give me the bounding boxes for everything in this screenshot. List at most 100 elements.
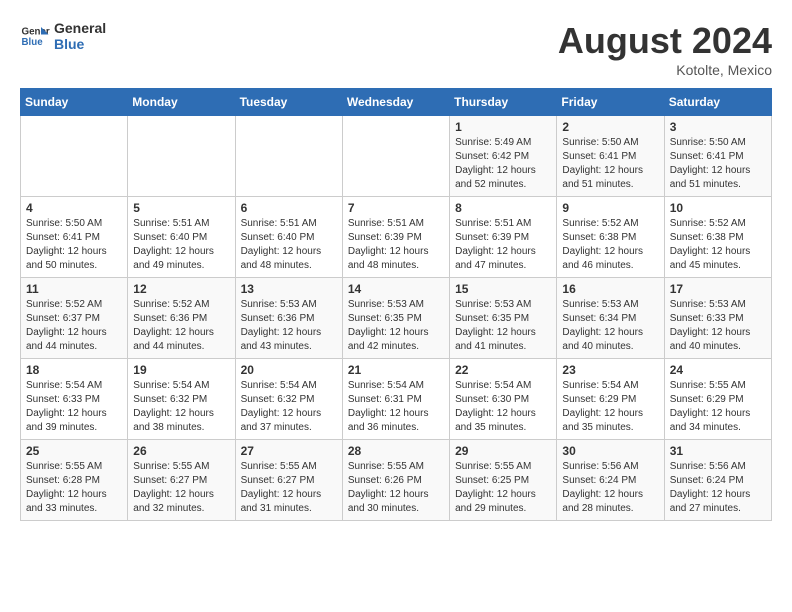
calendar-cell: 31 Sunrise: 5:56 AM Sunset: 6:24 PM Dayli… bbox=[664, 440, 771, 521]
day-info: Sunrise: 5:52 AM Sunset: 6:38 PM Dayligh… bbox=[562, 217, 658, 273]
day-number: 4 bbox=[26, 201, 122, 215]
day-number: 5 bbox=[133, 201, 229, 215]
calendar-header-row: SundayMondayTuesdayWednesdayThursdayFrid… bbox=[21, 89, 772, 116]
day-number: 30 bbox=[562, 444, 658, 458]
day-number: 23 bbox=[562, 363, 658, 377]
calendar-cell: 1 Sunrise: 5:49 AM Sunset: 6:42 PM Daylig… bbox=[450, 116, 557, 197]
day-number: 20 bbox=[241, 363, 337, 377]
calendar-cell: 13Sunrise: 5:53 AM Sunset: 6:36 PM Dayli… bbox=[235, 278, 342, 359]
day-number: 25 bbox=[26, 444, 122, 458]
day-number: 27 bbox=[241, 444, 337, 458]
calendar-cell: 15 Sunrise: 5:53 AM Sunset: 6:35 PM Dayli… bbox=[450, 278, 557, 359]
day-number: 1 bbox=[455, 120, 551, 134]
calendar-cell: 26Sunrise: 5:55 AM Sunset: 6:27 PM Dayli… bbox=[128, 440, 235, 521]
calendar-cell: 3 Sunrise: 5:50 AM Sunset: 6:41 PM Daylig… bbox=[664, 116, 771, 197]
calendar-cell: 30 Sunrise: 5:56 AM Sunset: 6:24 PM Dayli… bbox=[557, 440, 664, 521]
calendar-cell: 23Sunrise: 5:54 AM Sunset: 6:29 PM Dayli… bbox=[557, 359, 664, 440]
day-info: Sunrise: 5:52 AM Sunset: 6:36 PM Dayligh… bbox=[133, 298, 229, 354]
calendar-cell: 14Sunrise: 5:53 AM Sunset: 6:35 PM Dayli… bbox=[342, 278, 449, 359]
calendar-cell: 16 Sunrise: 5:53 AM Sunset: 6:34 PM Dayli… bbox=[557, 278, 664, 359]
day-header-monday: Monday bbox=[128, 89, 235, 116]
day-info: Sunrise: 5:55 AM Sunset: 6:28 PM Dayligh… bbox=[26, 460, 122, 516]
day-number: 11 bbox=[26, 282, 122, 296]
day-number: 17 bbox=[670, 282, 766, 296]
day-info: Sunrise: 5:53 AM Sunset: 6:33 PM Dayligh… bbox=[670, 298, 766, 354]
day-number: 19 bbox=[133, 363, 229, 377]
day-number: 31 bbox=[670, 444, 766, 458]
day-info: Sunrise: 5:53 AM Sunset: 6:36 PM Dayligh… bbox=[241, 298, 337, 354]
day-number: 16 bbox=[562, 282, 658, 296]
calendar-week-2: 11 Sunrise: 5:52 AM Sunset: 6:37 PM Dayli… bbox=[21, 278, 772, 359]
calendar-week-4: 25 Sunrise: 5:55 AM Sunset: 6:28 PM Dayli… bbox=[21, 440, 772, 521]
day-info: Sunrise: 5:53 AM Sunset: 6:35 PM Dayligh… bbox=[455, 298, 551, 354]
calendar-cell bbox=[235, 116, 342, 197]
calendar-week-3: 18Sunrise: 5:54 AM Sunset: 6:33 PM Dayli… bbox=[21, 359, 772, 440]
calendar-cell: 8 Sunrise: 5:51 AM Sunset: 6:39 PM Daylig… bbox=[450, 197, 557, 278]
calendar-cell: 29Sunrise: 5:55 AM Sunset: 6:25 PM Dayli… bbox=[450, 440, 557, 521]
calendar-cell: 4 Sunrise: 5:50 AM Sunset: 6:41 PM Daylig… bbox=[21, 197, 128, 278]
day-info: Sunrise: 5:49 AM Sunset: 6:42 PM Dayligh… bbox=[455, 136, 551, 192]
logo: General Blue General Blue bbox=[20, 20, 106, 52]
location: Kotolte, Mexico bbox=[558, 62, 772, 78]
day-number: 3 bbox=[670, 120, 766, 134]
page-header: General Blue General Blue August 2024 Ko… bbox=[20, 20, 772, 78]
calendar-cell: 18Sunrise: 5:54 AM Sunset: 6:33 PM Dayli… bbox=[21, 359, 128, 440]
day-info: Sunrise: 5:56 AM Sunset: 6:24 PM Dayligh… bbox=[562, 460, 658, 516]
day-info: Sunrise: 5:54 AM Sunset: 6:33 PM Dayligh… bbox=[26, 379, 122, 435]
day-number: 7 bbox=[348, 201, 444, 215]
calendar-cell bbox=[21, 116, 128, 197]
day-info: Sunrise: 5:53 AM Sunset: 6:34 PM Dayligh… bbox=[562, 298, 658, 354]
day-header-wednesday: Wednesday bbox=[342, 89, 449, 116]
logo-line2: Blue bbox=[54, 36, 106, 52]
day-header-tuesday: Tuesday bbox=[235, 89, 342, 116]
month-title: August 2024 bbox=[558, 20, 772, 62]
calendar-cell: 2Sunrise: 5:50 AM Sunset: 6:41 PM Daylig… bbox=[557, 116, 664, 197]
day-info: Sunrise: 5:54 AM Sunset: 6:32 PM Dayligh… bbox=[133, 379, 229, 435]
day-info: Sunrise: 5:55 AM Sunset: 6:27 PM Dayligh… bbox=[241, 460, 337, 516]
calendar-cell bbox=[342, 116, 449, 197]
calendar-cell: 21 Sunrise: 5:54 AM Sunset: 6:31 PM Dayli… bbox=[342, 359, 449, 440]
calendar-cell: 25 Sunrise: 5:55 AM Sunset: 6:28 PM Dayli… bbox=[21, 440, 128, 521]
day-header-friday: Friday bbox=[557, 89, 664, 116]
calendar-week-1: 4 Sunrise: 5:50 AM Sunset: 6:41 PM Daylig… bbox=[21, 197, 772, 278]
day-info: Sunrise: 5:51 AM Sunset: 6:39 PM Dayligh… bbox=[348, 217, 444, 273]
calendar-cell: 11 Sunrise: 5:52 AM Sunset: 6:37 PM Dayli… bbox=[21, 278, 128, 359]
day-info: Sunrise: 5:55 AM Sunset: 6:26 PM Dayligh… bbox=[348, 460, 444, 516]
day-info: Sunrise: 5:51 AM Sunset: 6:40 PM Dayligh… bbox=[133, 217, 229, 273]
day-number: 21 bbox=[348, 363, 444, 377]
calendar-cell: 9 Sunrise: 5:52 AM Sunset: 6:38 PM Daylig… bbox=[557, 197, 664, 278]
calendar-week-0: 1 Sunrise: 5:49 AM Sunset: 6:42 PM Daylig… bbox=[21, 116, 772, 197]
day-info: Sunrise: 5:54 AM Sunset: 6:30 PM Dayligh… bbox=[455, 379, 551, 435]
day-number: 24 bbox=[670, 363, 766, 377]
day-header-thursday: Thursday bbox=[450, 89, 557, 116]
day-number: 8 bbox=[455, 201, 551, 215]
calendar-cell: 12Sunrise: 5:52 AM Sunset: 6:36 PM Dayli… bbox=[128, 278, 235, 359]
calendar-cell: 28 Sunrise: 5:55 AM Sunset: 6:26 PM Dayli… bbox=[342, 440, 449, 521]
logo-icon: General Blue bbox=[20, 21, 50, 51]
day-number: 26 bbox=[133, 444, 229, 458]
day-number: 6 bbox=[241, 201, 337, 215]
day-number: 22 bbox=[455, 363, 551, 377]
calendar-cell bbox=[128, 116, 235, 197]
day-info: Sunrise: 5:54 AM Sunset: 6:31 PM Dayligh… bbox=[348, 379, 444, 435]
day-info: Sunrise: 5:55 AM Sunset: 6:29 PM Dayligh… bbox=[670, 379, 766, 435]
day-info: Sunrise: 5:52 AM Sunset: 6:37 PM Dayligh… bbox=[26, 298, 122, 354]
day-info: Sunrise: 5:51 AM Sunset: 6:40 PM Dayligh… bbox=[241, 217, 337, 273]
day-info: Sunrise: 5:56 AM Sunset: 6:24 PM Dayligh… bbox=[670, 460, 766, 516]
day-number: 9 bbox=[562, 201, 658, 215]
calendar-cell: 19 Sunrise: 5:54 AM Sunset: 6:32 PM Dayli… bbox=[128, 359, 235, 440]
title-block: August 2024 Kotolte, Mexico bbox=[558, 20, 772, 78]
calendar-cell: 20Sunrise: 5:54 AM Sunset: 6:32 PM Dayli… bbox=[235, 359, 342, 440]
day-number: 28 bbox=[348, 444, 444, 458]
calendar-cell: 17 Sunrise: 5:53 AM Sunset: 6:33 PM Dayli… bbox=[664, 278, 771, 359]
day-info: Sunrise: 5:50 AM Sunset: 6:41 PM Dayligh… bbox=[26, 217, 122, 273]
calendar-cell: 7 Sunrise: 5:51 AM Sunset: 6:39 PM Daylig… bbox=[342, 197, 449, 278]
day-info: Sunrise: 5:51 AM Sunset: 6:39 PM Dayligh… bbox=[455, 217, 551, 273]
day-number: 15 bbox=[455, 282, 551, 296]
day-info: Sunrise: 5:52 AM Sunset: 6:38 PM Dayligh… bbox=[670, 217, 766, 273]
calendar-cell: 22 Sunrise: 5:54 AM Sunset: 6:30 PM Dayli… bbox=[450, 359, 557, 440]
day-number: 29 bbox=[455, 444, 551, 458]
day-info: Sunrise: 5:50 AM Sunset: 6:41 PM Dayligh… bbox=[670, 136, 766, 192]
svg-text:Blue: Blue bbox=[22, 37, 44, 48]
calendar-cell: 27 Sunrise: 5:55 AM Sunset: 6:27 PM Dayli… bbox=[235, 440, 342, 521]
